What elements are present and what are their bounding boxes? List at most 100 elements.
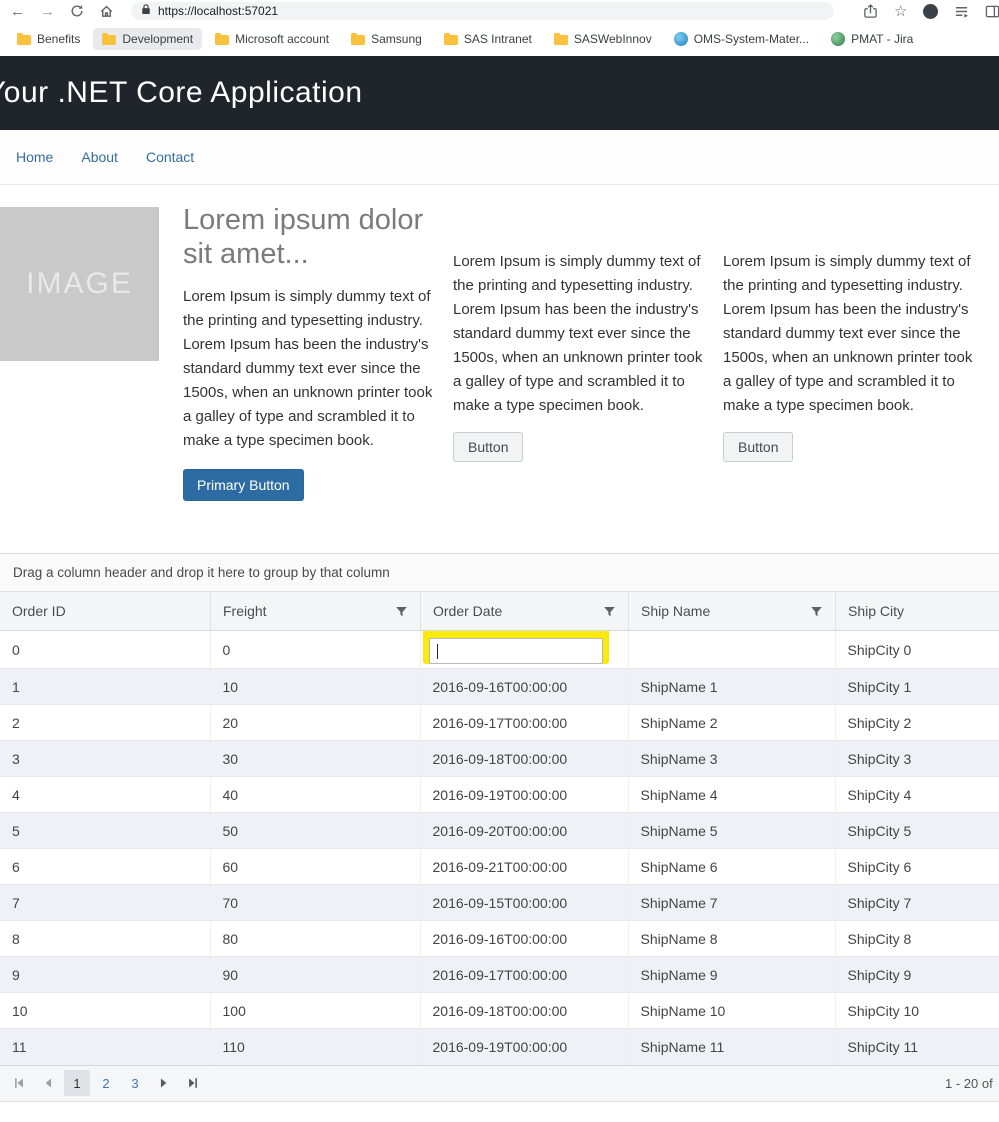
order-id-cell: 0: [0, 631, 210, 669]
hero-text-3: Lorem Ipsum is simply dummy text of the …: [723, 250, 978, 418]
bookmark-label: Samsung: [371, 32, 422, 46]
column-header-label: Order Date: [433, 603, 502, 619]
column-header-label: Ship City: [848, 603, 904, 619]
ship-city-cell: ShipCity 5: [835, 813, 999, 849]
table-row: 9 90 2016-09-17T00:00:00 ShipName 9 Ship…: [0, 957, 999, 993]
oms-icon: [674, 32, 688, 46]
filter-icon[interactable]: [603, 605, 616, 618]
bookmark-label: Benefits: [37, 32, 80, 46]
previous-page-button[interactable]: [35, 1070, 61, 1096]
grid-group-panel[interactable]: Drag a column header and drop it here to…: [0, 554, 999, 592]
order-date-value: 2016-09-21T00:00:00: [433, 859, 568, 875]
order-id-cell: 6: [0, 849, 210, 885]
nav-item-contact[interactable]: Contact: [132, 139, 208, 175]
bookmark-benefits[interactable]: Benefits: [8, 28, 89, 50]
column-header-label: Ship Name: [641, 603, 710, 619]
freight-cell: 10: [210, 669, 420, 705]
column-header-label: Order ID: [12, 603, 66, 619]
order-date-value: 2016-09-20T00:00:00: [433, 823, 568, 839]
ship-city-cell: ShipCity 11: [835, 1029, 999, 1065]
secondary-button-2[interactable]: Button: [723, 432, 793, 462]
ship-name-cell: ShipName 9: [628, 957, 835, 993]
order-date-cell: 2016-09-19T00:00:00: [420, 1029, 628, 1065]
ship-city-cell: ShipCity 3: [835, 741, 999, 777]
home-icon[interactable]: [99, 4, 114, 19]
order-date-value: 2016-09-15T00:00:00: [433, 895, 568, 911]
folder-icon: [102, 35, 116, 45]
table-row: 11 110 2016-09-19T00:00:00 ShipName 11 S…: [0, 1029, 999, 1065]
primary-button[interactable]: Primary Button: [183, 469, 304, 501]
image-placeholder-label: IMAGE: [26, 267, 133, 301]
page-2-button[interactable]: 2: [93, 1070, 119, 1096]
last-page-button[interactable]: [180, 1070, 206, 1096]
order-date-value: 2016-09-16T00:00:00: [433, 679, 568, 695]
bookmark-samsung[interactable]: Samsung: [342, 28, 431, 50]
freight-cell: 80: [210, 921, 420, 957]
hero-column-2: Lorem Ipsum is simply dummy text of the …: [453, 250, 708, 462]
reading-list-icon[interactable]: [954, 4, 969, 19]
column-header-ship-city[interactable]: Ship City: [835, 592, 999, 631]
bookmark-oms-system-mater-[interactable]: OMS-System-Mater...: [665, 28, 818, 50]
bookmark-sas-intranet[interactable]: SAS Intranet: [435, 28, 541, 50]
nav-item-about[interactable]: About: [67, 139, 132, 175]
forward-icon[interactable]: →: [40, 4, 55, 19]
ship-name-cell: ShipName 10: [628, 993, 835, 1029]
secondary-button-1[interactable]: Button: [453, 432, 523, 462]
address-bar[interactable]: https://localhost:57021: [131, 2, 834, 20]
hero-column-1: Lorem ipsum dolor sit amet... Lorem Ipsu…: [183, 203, 441, 501]
share-icon[interactable]: [863, 4, 878, 19]
ship-name-cell: [628, 631, 835, 669]
bookmark-microsoft-account[interactable]: Microsoft account: [206, 28, 338, 50]
order-id-cell: 7: [0, 885, 210, 921]
bookmark-development[interactable]: Development: [93, 28, 202, 50]
column-header-ship-name[interactable]: Ship Name: [628, 592, 835, 631]
ship-city-cell: ShipCity 9: [835, 957, 999, 993]
ship-name-cell: ShipName 3: [628, 741, 835, 777]
column-header-freight[interactable]: Freight: [210, 592, 420, 631]
folder-icon: [215, 35, 229, 45]
page-3-button[interactable]: 3: [122, 1070, 148, 1096]
app-header: Your .NET Core Application: [0, 56, 999, 130]
bookmark-pmat-jira[interactable]: PMAT - Jira: [822, 28, 922, 50]
extension-icon[interactable]: [923, 4, 938, 19]
bookmarks-bar: Benefits Development Microsoft account S…: [0, 22, 999, 56]
page-1-button[interactable]: 1: [64, 1070, 90, 1096]
ship-name-cell: ShipName 8: [628, 921, 835, 957]
column-header-order-date[interactable]: Order Date: [420, 592, 628, 631]
first-page-button[interactable]: [6, 1070, 32, 1096]
freight-cell: 50: [210, 813, 420, 849]
lock-icon: [141, 2, 151, 20]
column-header-label: Freight: [223, 603, 267, 619]
ship-city-cell: ShipCity 7: [835, 885, 999, 921]
hero-column-3: Lorem Ipsum is simply dummy text of the …: [723, 250, 978, 462]
freight-cell: 30: [210, 741, 420, 777]
nav-item-home[interactable]: Home: [2, 139, 67, 175]
order-id-cell: 9: [0, 957, 210, 993]
browser-window: ← → https://localhost:57021 ☆: [0, 0, 999, 1122]
order-id-cell: 4: [0, 777, 210, 813]
table-row: 3 30 2016-09-18T00:00:00 ShipName 3 Ship…: [0, 741, 999, 777]
filter-icon[interactable]: [810, 605, 823, 618]
bookmark-star-icon[interactable]: ☆: [894, 4, 907, 19]
browser-toolbar-right: ☆: [863, 4, 999, 19]
order-date-value: 2016-09-17T00:00:00: [433, 967, 568, 983]
order-date-cell: 2016-09-20T00:00:00: [420, 813, 628, 849]
folder-icon: [17, 35, 31, 45]
page-title: Your .NET Core Application: [0, 76, 363, 110]
order-date-edit-input[interactable]: [429, 638, 603, 664]
bookmark-saswebinnov[interactable]: SASWebInnov: [545, 28, 661, 50]
refresh-icon[interactable]: [70, 4, 84, 18]
ship-name-cell: ShipName 7: [628, 885, 835, 921]
filter-icon[interactable]: [395, 605, 408, 618]
order-date-cell: [420, 631, 628, 669]
column-header-order-id[interactable]: Order ID: [0, 592, 210, 631]
freight-cell: 40: [210, 777, 420, 813]
order-date-value: 2016-09-18T00:00:00: [433, 1003, 568, 1019]
ship-name-cell: ShipName 4: [628, 777, 835, 813]
side-panel-icon[interactable]: [985, 4, 999, 19]
image-placeholder: IMAGE: [0, 207, 159, 361]
freight-cell: 0: [210, 631, 420, 669]
next-page-button[interactable]: [151, 1070, 177, 1096]
table-row: 8 80 2016-09-16T00:00:00 ShipName 8 Ship…: [0, 921, 999, 957]
back-icon[interactable]: ←: [10, 4, 25, 19]
